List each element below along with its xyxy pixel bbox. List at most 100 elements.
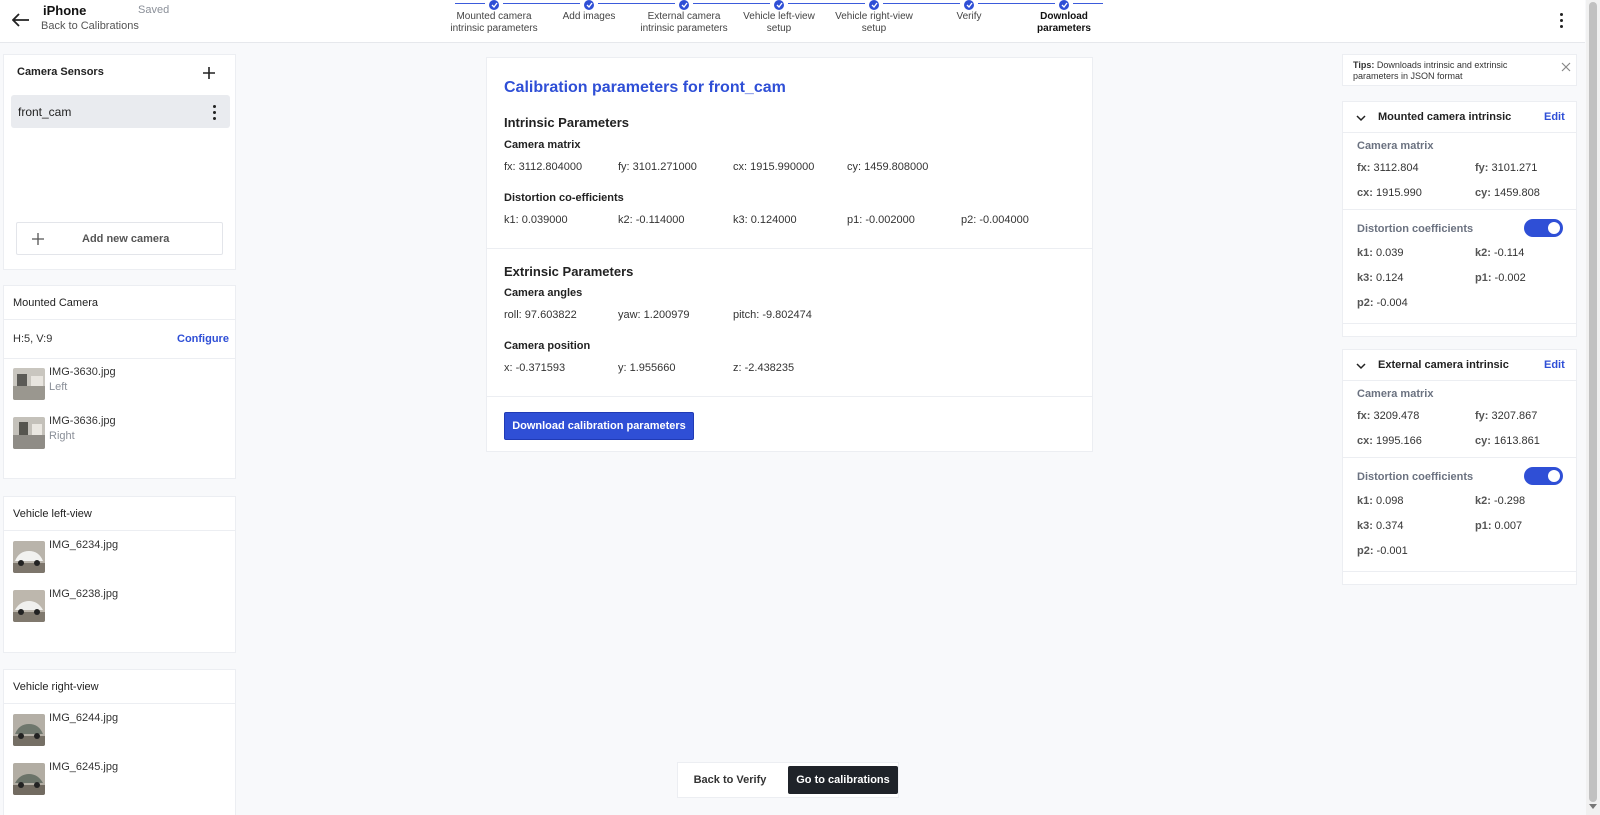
divider xyxy=(4,319,235,320)
image-name: IMG_6245.jpg xyxy=(49,761,119,773)
camera-item-front-cam[interactable]: front_cam xyxy=(11,95,230,128)
image-item[interactable]: IMG_6245.jpg xyxy=(13,761,213,795)
step-verify[interactable]: Verify xyxy=(921,0,1017,23)
chevron-down-icon[interactable] xyxy=(1355,360,1367,372)
param-fx: fx: 3112.804000 xyxy=(504,161,583,173)
close-icon[interactable] xyxy=(1560,61,1572,73)
add-sensor-icon[interactable] xyxy=(201,65,217,81)
image-item[interactable]: IMG-3630.jpg Left xyxy=(13,366,213,400)
step-right-view-setup[interactable]: Vehicle right-view setup xyxy=(826,0,922,35)
step-mounted-intrinsic[interactable]: Mounted camera intrinsic parameters xyxy=(446,0,542,35)
image-name: IMG-3636.jpg xyxy=(49,415,116,427)
distortion-toggle[interactable] xyxy=(1524,467,1563,485)
param-p2: p2: -0.004 xyxy=(1357,297,1408,309)
more-options-icon[interactable] xyxy=(1553,8,1569,32)
divider xyxy=(1343,457,1576,458)
mounted-intrinsic-card: Mounted camera intrinsic Edit Camera mat… xyxy=(1342,101,1577,337)
tips-text: Tips: Downloads intrinsic and extrinsic … xyxy=(1353,60,1553,82)
camera-angles-heading: Camera angles xyxy=(504,287,583,299)
download-calibration-button[interactable]: Download calibration parameters xyxy=(504,412,694,440)
calibration-title: Calibration parameters for front_cam xyxy=(504,79,786,96)
chevron-down-icon[interactable] xyxy=(1355,112,1367,124)
param-fy: fy: 3101.271000 xyxy=(618,161,697,173)
image-thumbnail xyxy=(13,590,45,622)
vehicle-left-view-panel: Vehicle left-view IMG_6234.jpg IMG_6238.… xyxy=(3,496,236,653)
image-thumbnail xyxy=(13,541,45,573)
check-icon xyxy=(774,0,784,10)
page-scrollbar[interactable] xyxy=(1586,0,1600,815)
param-cy: cy: 1459.808 xyxy=(1475,187,1540,199)
divider xyxy=(487,248,1092,249)
vehicle-right-view-panel: Vehicle right-view IMG_6244.jpg IMG_6245… xyxy=(3,669,236,815)
image-thumbnail xyxy=(13,763,45,795)
image-thumbnail xyxy=(13,368,45,400)
tips-label: Tips: xyxy=(1353,60,1375,70)
check-icon xyxy=(1059,0,1069,10)
param-fx: fx: 3112.804 xyxy=(1357,162,1419,174)
intrinsic-parameters-heading: Intrinsic Parameters xyxy=(504,115,630,130)
camera-item-label: front_cam xyxy=(18,105,72,119)
divider xyxy=(1343,571,1576,572)
check-icon xyxy=(869,0,879,10)
image-name: IMG_6238.jpg xyxy=(49,588,119,600)
param-p1: p1: -0.002 xyxy=(1475,272,1526,284)
go-to-calibrations-button[interactable]: Go to calibrations xyxy=(788,766,898,794)
image-name: IMG_6244.jpg xyxy=(49,712,119,724)
tips-banner: Tips: Downloads intrinsic and extrinsic … xyxy=(1342,54,1577,86)
divider xyxy=(487,396,1092,397)
param-x: x: -0.371593 xyxy=(504,362,566,374)
progress-stepper: Mounted camera intrinsic parameters Add … xyxy=(450,0,1125,43)
param-k2: k2: -0.114000 xyxy=(618,214,685,226)
step-left-view-setup[interactable]: Vehicle left-view setup xyxy=(731,0,827,35)
vehicle-right-view-title: Vehicle right-view xyxy=(13,681,99,693)
param-k2: k2: -0.298 xyxy=(1475,495,1526,507)
distortion-toggle[interactable] xyxy=(1524,219,1563,237)
saved-status: Saved xyxy=(138,4,170,16)
mounted-intrinsic-title: Mounted camera intrinsic xyxy=(1378,111,1512,123)
external-intrinsic-card: External camera intrinsic Edit Camera ma… xyxy=(1342,349,1577,585)
mounted-camera-title: Mounted Camera xyxy=(13,297,98,309)
param-k3: k3: 0.124000 xyxy=(733,214,797,226)
grid-size: H:5, V:9 xyxy=(13,333,53,345)
param-p2: p2: -0.004000 xyxy=(961,214,1029,226)
param-cy: cy: 1613.861 xyxy=(1475,435,1540,447)
step-external-intrinsic[interactable]: External camera intrinsic parameters xyxy=(636,0,732,35)
mounted-camera-panel: Mounted Camera H:5, V:9 Configure IMG-36… xyxy=(3,285,236,479)
edit-link[interactable]: Edit xyxy=(1544,111,1565,123)
check-icon xyxy=(489,0,499,10)
add-new-camera-label: Add new camera xyxy=(82,233,170,245)
step-download-parameters[interactable]: Download parameters xyxy=(1016,0,1112,35)
back-to-calibrations-link[interactable]: Back to Calibrations xyxy=(41,20,139,32)
back-to-verify-button[interactable]: Back to Verify xyxy=(680,767,780,793)
step-add-images[interactable]: Add images xyxy=(541,0,637,23)
image-item[interactable]: IMG_6244.jpg xyxy=(13,712,213,746)
step-label: Vehicle right-view setup xyxy=(835,11,913,34)
scrollbar-thumb[interactable] xyxy=(1589,2,1597,802)
param-k1: k1: 0.039 xyxy=(1357,247,1404,259)
image-item[interactable]: IMG_6238.jpg xyxy=(13,588,213,622)
back-arrow-icon[interactable] xyxy=(10,9,32,31)
param-k1: k1: 0.098 xyxy=(1357,495,1404,507)
camera-options-icon[interactable] xyxy=(209,103,219,121)
param-k2: k2: -0.114 xyxy=(1475,247,1525,259)
check-icon xyxy=(964,0,974,10)
camera-sensors-panel: Camera Sensors front_cam Add new camera xyxy=(3,54,236,270)
camera-matrix-heading: Camera matrix xyxy=(1357,140,1434,152)
configure-link[interactable]: Configure xyxy=(177,333,229,345)
edit-link[interactable]: Edit xyxy=(1544,359,1565,371)
step-label: Download parameters xyxy=(1037,11,1091,34)
plus-icon xyxy=(30,231,46,247)
param-k3: k3: 0.124 xyxy=(1357,272,1404,284)
scroll-down-icon[interactable] xyxy=(1589,804,1597,809)
image-thumbnail xyxy=(13,714,45,746)
image-name: IMG-3630.jpg xyxy=(49,366,116,378)
image-item[interactable]: IMG_6234.jpg xyxy=(13,539,213,573)
param-cx: cx: 1915.990 xyxy=(1357,187,1422,199)
app-title: iPhone xyxy=(43,3,87,18)
add-new-camera-button[interactable]: Add new camera xyxy=(16,222,223,255)
image-item[interactable]: IMG-3636.jpg Right xyxy=(13,415,213,449)
param-roll: roll: 97.603822 xyxy=(504,309,577,321)
top-header: iPhone Saved Back to Calibrations Mounte… xyxy=(0,0,1585,43)
divider xyxy=(1343,380,1576,381)
divider xyxy=(4,703,235,704)
